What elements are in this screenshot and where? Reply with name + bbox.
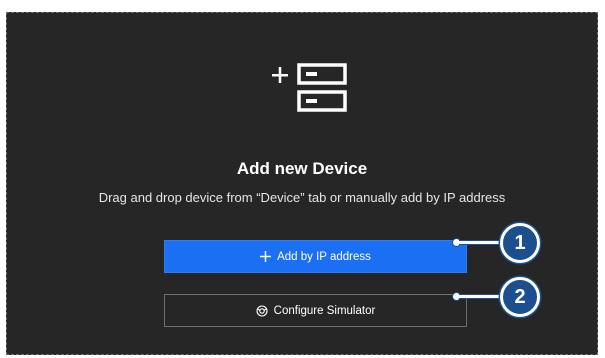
callout-badge-1: 1 [500, 223, 540, 263]
simulator-icon [256, 304, 268, 317]
callout-1-line [459, 240, 504, 245]
add-by-ip-label: Add by IP address [277, 250, 371, 263]
empty-state-title: Add new Device [236, 159, 368, 178]
add-by-ip-button[interactable]: Add by IP address [164, 240, 467, 273]
configure-simulator-button[interactable]: Configure Simulator [164, 294, 467, 327]
callout-badge-2: 2 [500, 277, 540, 317]
add-device-icon [272, 63, 347, 112]
plus-icon [260, 251, 272, 262]
empty-state-subtitle: Drag and drop device from “Device” tab o… [98, 190, 506, 205]
callout-2-line [459, 294, 504, 299]
configure-simulator-label: Configure Simulator [273, 304, 376, 317]
